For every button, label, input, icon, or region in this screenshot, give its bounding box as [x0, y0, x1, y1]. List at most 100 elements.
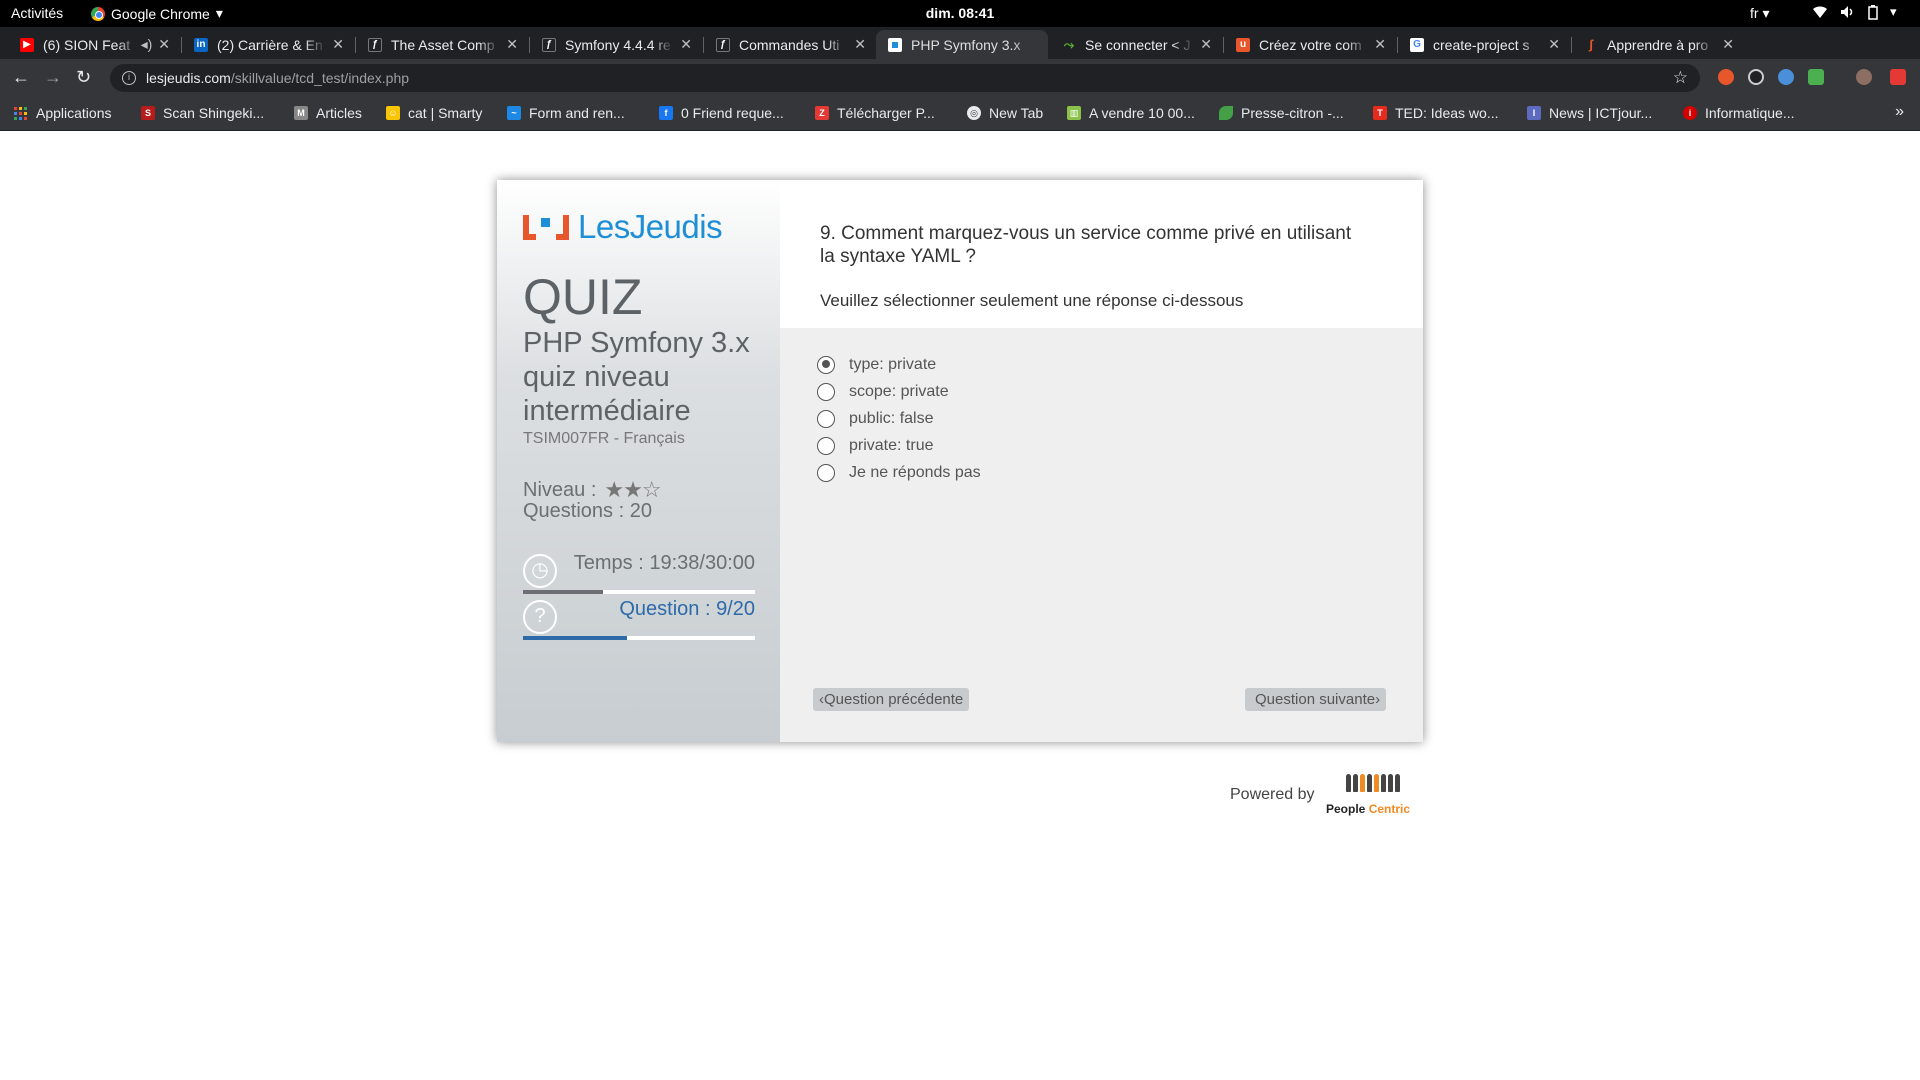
bookmark-applications[interactable]: Applications [14, 105, 112, 121]
bookmark-item[interactable]: I News | ICTjour... [1527, 105, 1652, 121]
close-icon[interactable]: ✕ [1722, 36, 1734, 53]
answer-list: type: private scope: private public: fal… [817, 351, 981, 486]
symfony-icon: ƒ [368, 37, 382, 52]
bookmark-item[interactable]: i Informatique... [1683, 105, 1795, 121]
reload-button[interactable]: ↻ [76, 67, 91, 88]
forward-button[interactable]: → [44, 67, 62, 88]
bookmark-item[interactable]: ☺ cat | Smarty [386, 105, 482, 121]
tab[interactable]: ▶ (6) SION Feat ◂) ✕ [8, 30, 180, 59]
bookmark-item[interactable]: Presse-citron -... [1219, 105, 1344, 121]
radio-button[interactable] [817, 382, 835, 401]
extension-icon[interactable] [1718, 69, 1734, 85]
apps-grid-icon [14, 106, 28, 120]
bookmark-star-icon[interactable]: ☆ [1673, 68, 1688, 88]
facebook-icon: f [659, 106, 673, 120]
radio-button[interactable] [817, 409, 835, 428]
answer-option[interactable]: scope: private [817, 378, 981, 405]
tab[interactable]: G create-project s ✕ [1398, 30, 1570, 59]
bookmark-item[interactable]: ▥ A vendre 10 00... [1067, 105, 1195, 121]
clock[interactable]: dim. 08:41 [0, 5, 1920, 21]
close-icon[interactable]: ✕ [158, 36, 170, 53]
tab-title: Symfony 4.4.4 re [565, 36, 671, 53]
linkedin-icon: in [194, 37, 208, 52]
back-button[interactable]: ← [12, 67, 30, 88]
browser-toolbar: ← → ↻ i lesjeudis.com/skillvalue/tcd_tes… [0, 59, 1920, 97]
timer-progress-track [523, 590, 755, 594]
tab[interactable]: in (2) Carrière & En ✕ [182, 30, 354, 59]
address-bar[interactable]: i lesjeudis.com/skillvalue/tcd_test/inde… [110, 64, 1700, 92]
timer-progress-fill [523, 590, 604, 594]
tab[interactable]: ⤳ Se connecter < J ✕ [1050, 30, 1222, 59]
bookmark-item[interactable]: ◎ New Tab [967, 105, 1043, 121]
bookmark-item[interactable]: f 0 Friend reque... [659, 105, 784, 121]
tab-title: Apprendre à pro [1607, 36, 1709, 53]
bookmark-label: Articles [316, 105, 362, 121]
bookmark-item[interactable]: S Scan Shingeki... [141, 105, 264, 121]
jobs-icon: ⤳ [1063, 36, 1075, 52]
keyboard-layout-label: fr [1750, 5, 1759, 21]
close-icon[interactable]: ✕ [506, 36, 518, 53]
keyboard-layout[interactable]: fr ▾ [1750, 5, 1769, 22]
lesjeudis-logo-icon [523, 213, 569, 241]
bookmark-item[interactable]: Z Télécharger P... [815, 105, 935, 121]
answer-option[interactable]: public: false [817, 405, 981, 432]
close-icon[interactable]: ✕ [1374, 36, 1386, 53]
profile-avatar[interactable] [1856, 69, 1872, 85]
ted-icon: T [1373, 106, 1387, 120]
extension-icon[interactable] [1778, 69, 1794, 85]
tab[interactable]: ʃ Apprendre à pro ✕ [1572, 30, 1744, 59]
tab-title: Commandes Uti [739, 36, 840, 53]
building-icon: ▥ [1067, 106, 1081, 120]
extension-icon[interactable] [1890, 69, 1906, 85]
url-path: /skillvalue/tcd_test/index.php [230, 70, 410, 86]
close-icon[interactable]: ✕ [1200, 36, 1212, 53]
quiz-code: TSIM007FR - Français [523, 430, 685, 447]
question-mark-icon: ? [523, 600, 557, 634]
close-icon[interactable]: ✕ [1548, 36, 1560, 53]
bookmark-label: New Tab [989, 105, 1044, 121]
system-tray[interactable]: ▾ [1812, 4, 1897, 20]
radio-button[interactable] [817, 355, 835, 374]
answer-option[interactable]: Je ne réponds pas [817, 459, 981, 486]
extension-icon[interactable] [1808, 69, 1824, 85]
brand-part-2: Centric [1368, 802, 1411, 816]
previous-question-button[interactable]: ‹ Question précédente [813, 688, 970, 711]
timer: ◷ Temps : 19:38/30:00 [523, 552, 755, 594]
lesjeudis-icon [888, 37, 902, 52]
bookmarks-overflow-icon[interactable]: » [1895, 103, 1904, 121]
answer-option[interactable]: private: true [817, 432, 981, 459]
clock-icon: ◷ [523, 554, 557, 588]
bookmark-item[interactable]: T TED: Ideas wo... [1373, 105, 1498, 121]
tab[interactable]: ƒ The Asset Comp ✕ [356, 30, 528, 59]
chevron-down-icon: ▾ [1890, 4, 1897, 19]
radio-button[interactable] [817, 463, 835, 482]
bookmark-item[interactable]: M Articles [294, 105, 362, 121]
symfony-icon: ʃ [1588, 37, 1594, 52]
level-label: Niveau : [523, 478, 597, 501]
extension-icon[interactable] [1748, 69, 1764, 85]
answer-label: scope: private [849, 382, 949, 400]
symfony-icon: ƒ [716, 37, 730, 52]
bookmark-item[interactable]: ~ Form and ren... [507, 105, 625, 121]
close-icon[interactable]: ✕ [332, 36, 344, 53]
tab-active[interactable]: PHP Symfony 3.x [876, 30, 1048, 59]
logo-text: LesJeudis [578, 208, 723, 245]
radio-button[interactable] [817, 436, 835, 455]
answer-label: type: private [849, 355, 937, 373]
question-counter: Question : 9/20 [619, 598, 755, 620]
lemon-icon [1219, 106, 1233, 120]
lesjeudis-logo: LesJeudis [523, 208, 723, 246]
bookmark-label: Presse-citron -... [1241, 105, 1344, 121]
questions-count: Questions : 20 [523, 500, 652, 522]
question-hint: Veuillez sélectionner seulement une répo… [820, 291, 1244, 310]
tab[interactable]: u Créez votre com ✕ [1224, 30, 1396, 59]
answer-option[interactable]: type: private [817, 351, 981, 378]
next-question-label: Question suivante [1255, 691, 1376, 708]
tab[interactable]: ƒ Symfony 4.4.4 re ✕ [530, 30, 702, 59]
close-icon[interactable]: ✕ [854, 36, 866, 53]
tab[interactable]: ƒ Commandes Uti ✕ [704, 30, 876, 59]
info-icon[interactable]: i [122, 71, 136, 85]
close-icon[interactable]: ✕ [680, 36, 692, 53]
next-question-button[interactable]: Question suivante › [1245, 688, 1387, 711]
people-centric-logo[interactable]: People Centric [1326, 772, 1418, 818]
